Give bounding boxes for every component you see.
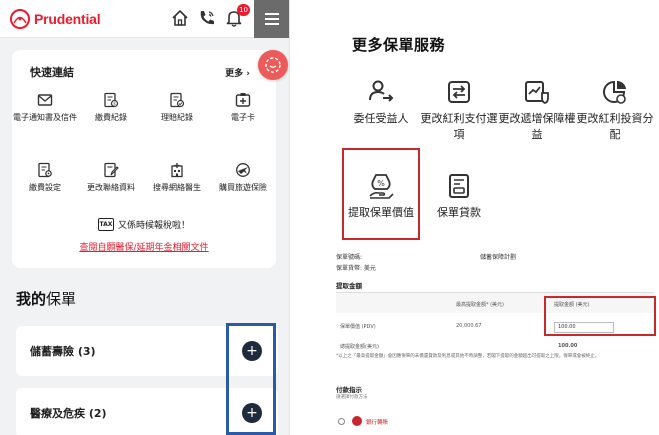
service-label: 更改紅利投資分配 [576,112,654,141]
quick-links-more-link[interactable]: 更多 › [225,66,250,79]
service-label: 更改遞增保障權益 [498,112,576,141]
highlight-box-blue [226,323,276,435]
chat-bubble-icon [265,57,281,73]
my-policies-title-main: 我的 [16,290,47,308]
tax-reminder-text: 又係時候報稅啦！ [117,221,190,231]
hamburger-icon [265,18,279,20]
payment-record-icon: $ [104,92,119,108]
dividend-payment-icon [448,81,470,103]
service-label: 保單貸款 [437,206,481,219]
increase-protection-icon [525,81,549,104]
service-dividend-allocation[interactable]: 更改紅利投資分配 [576,78,654,143]
quick-link-item[interactable]: $ 繳費紀錄 [78,92,144,123]
quick-link-item[interactable]: 購買旅遊保險 [210,162,276,193]
policy-loan-icon [449,174,469,198]
policy-category-label: 醫療及危疾 (2) [30,407,107,420]
quick-link-item[interactable]: 電子通知書及信件 [12,92,78,123]
policy-category-label: 儲蓄壽險 (3) [30,345,96,358]
tax-icon: TAX [97,218,114,231]
tax-reminder: TAX 又係時候報稅啦！ [12,218,276,231]
more-label: 更多 [225,69,244,79]
app-header: Prudential 10 [0,0,289,38]
ecard-icon [235,93,251,107]
row-total-value: 100.00 [558,343,578,349]
highlight-box-red [342,148,420,240]
row-pdv-max: 20,000.67 [456,323,482,329]
quick-link-item[interactable]: 更改聯絡資料 [78,162,144,193]
app-home-screen: Prudential 10 快速連結 更多 › 電子通知書及信件 $ 繳費紀錄 … [0,0,290,435]
prudential-logo[interactable]: Prudential [10,9,101,29]
more-services-title: 更多保單服務 [352,36,446,54]
withdrawal-table: 最高提取金額* (美元) 提取金額 (美元) 保單價值 (PDV) 20,000… [336,292,656,354]
logo-text: Prudential [34,11,101,27]
quick-link-label: 繳費設定 [29,183,61,192]
row-total-label: 總提取金額(美元) [340,344,379,350]
beneficiary-icon [369,80,394,102]
vhis-documents-link[interactable]: 查閱自願醫保/延期年金相關文件 [12,240,276,253]
highlight-box-red-amount [544,296,656,336]
notification-badge: 10 [237,4,250,16]
quick-link-label: 搜尋網絡醫生 [153,183,201,192]
dividend-allocation-icon [603,80,626,104]
claims-record-icon [170,92,185,108]
col-max-amount: 最高提取金額* (美元) [456,302,504,308]
quick-links-card: 快速連結 更多 › 電子通知書及信件 $ 繳費紀錄 理賠紀錄 電子卡 繳費設定 … [12,50,276,268]
chevron-right-icon: › [246,69,250,79]
prudential-logo-mark-icon [10,9,30,29]
more-policy-services-panel: 更多保單服務 委任受益人 更改紅利支付選項 更改遞增保障權益 更改紅利投資分配 … [330,0,659,435]
hamburger-menu-button[interactable] [254,0,289,38]
quick-link-label: 電子通知書及信件 [13,113,77,122]
my-policies-title-sub: 保單 [46,290,77,308]
withdrawal-form: 保單號碼: 儲蓄保障計劃 保單貨幣: 美元 提取金額 最高提取金額* (美元) … [330,244,659,435]
payment-settings-icon [38,162,52,178]
quick-link-item[interactable]: 電子卡 [210,92,276,123]
withdraw-amount-section-title: 提取金額 [336,282,362,290]
hospital-icon [171,163,183,178]
home-icon[interactable] [170,8,190,28]
policy-number-label: 保單號碼: [336,254,363,261]
my-policies-title: 我的保單 [16,288,76,309]
mail-icon [37,94,53,106]
quick-link-label: 更改聯絡資料 [87,183,135,192]
service-increase-protection[interactable]: 更改遞增保障權益 [498,78,576,143]
service-label: 委任受益人 [353,112,409,125]
screenshot-canvas: Prudential 10 快速連結 更多 › 電子通知書及信件 $ 繳費紀錄 … [0,0,659,435]
quick-link-item[interactable]: 繳費設定 [12,162,78,193]
quick-links-title: 快速連結 [30,66,74,79]
bank-transfer-radio[interactable] [338,418,345,425]
svg-text:$: $ [113,101,116,106]
service-dividend-payment[interactable]: 更改紅利支付選項 [420,78,498,143]
quick-link-label: 購買旅遊保險 [219,183,267,192]
bank-logo-icon [352,416,362,426]
service-policy-loan[interactable]: 保單貸款 [420,172,498,221]
plan-name: 儲蓄保障計劃 [480,254,517,261]
travel-insurance-icon [236,163,250,177]
bank-transfer-label: 銀行轉賬 [366,420,389,426]
service-label: 更改紅利支付選項 [420,112,498,141]
quick-link-label: 繳費紀錄 [95,113,127,122]
quick-link-item[interactable]: 搜尋網絡醫生 [144,162,210,193]
quick-link-label: 理賠紀錄 [161,113,193,122]
withdrawal-footnote: *以上之「最高提取金額」會因應保單的未償還貸款及利息或其他不時調整，若閣下提取的… [336,354,600,359]
policy-currency: 保單貨幣: 美元 [336,265,376,272]
payment-instruction-title: 付款指示 [336,386,362,394]
service-beneficiary[interactable]: 委任受益人 [342,78,420,127]
bell-icon[interactable]: 10 [224,4,250,28]
chat-assistant-button[interactable] [258,50,288,80]
quick-link-item[interactable]: 理賠紀錄 [144,92,210,123]
quick-link-label: 電子卡 [231,113,255,122]
row-pdv-label: 保單價值 (PDV) [340,324,376,330]
phone-icon[interactable] [197,8,217,28]
payment-hint: 請選擇付款方法 [336,395,368,400]
edit-contact-icon [104,162,119,178]
